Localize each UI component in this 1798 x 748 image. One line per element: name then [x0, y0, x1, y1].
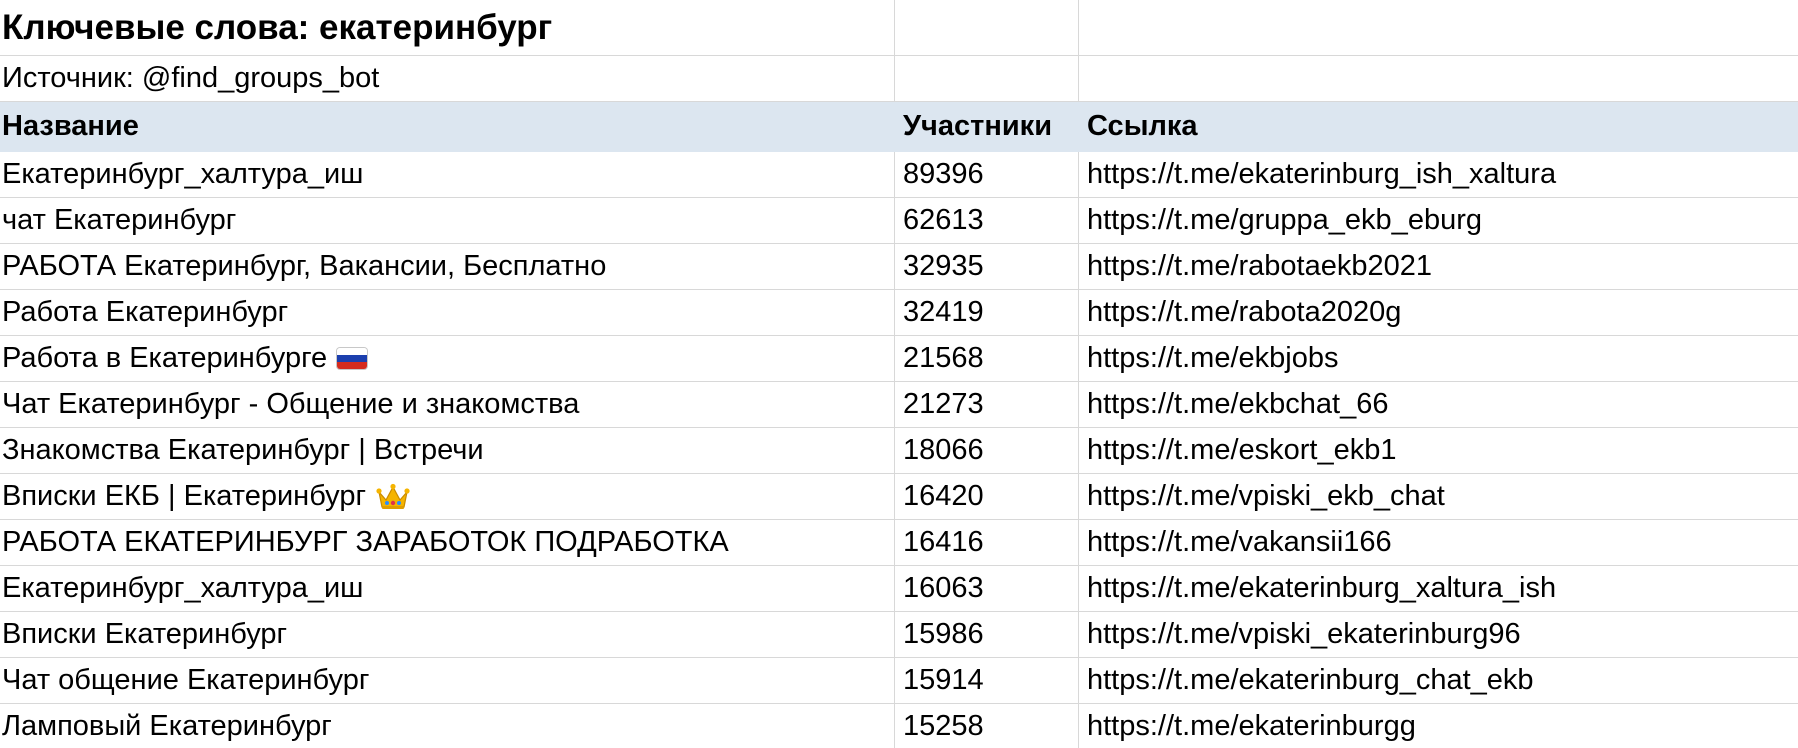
members-count[interactable]: 21273 — [895, 382, 1079, 427]
column-header-name[interactable]: Название — [0, 102, 895, 151]
empty-cell[interactable] — [1079, 56, 1798, 101]
group-link[interactable]: https://t.me/ekaterinburg_ish_xaltura — [1079, 152, 1798, 197]
group-name: Вписки Екатеринбург — [2, 618, 288, 650]
group-link[interactable]: https://t.me/vpiski_ekaterinburg96 — [1079, 612, 1798, 657]
group-name: Екатеринбург_халтура_иш — [2, 572, 364, 604]
members-count[interactable]: 15914 — [895, 658, 1079, 703]
group-link[interactable]: https://t.me/gruppa_ekb_eburg — [1079, 198, 1798, 243]
table-row: чат Екатеринбург 62613 https://t.me/gruppa… — [0, 198, 1798, 244]
group-name: Чат Екатеринбург - Общение и знакомства — [2, 388, 580, 420]
members-count[interactable]: 89396 — [895, 152, 1079, 197]
group-name-cell[interactable]: Знакомства Екатеринбург | Встречи — [0, 428, 895, 473]
group-name-cell[interactable]: РАБОТА ЕКАТЕРИНБУРГ ЗАРАБОТОК ПОДРАБОТКА — [0, 520, 895, 565]
group-name: Чат общение Екатеринбург — [2, 664, 370, 696]
empty-cell[interactable] — [895, 0, 1079, 55]
table-row: Вписки Екатеринбург 15986 https://t.me/vpi… — [0, 612, 1798, 658]
group-name-cell[interactable]: чат Екатеринбург — [0, 198, 895, 243]
members-count[interactable]: 21568 — [895, 336, 1079, 381]
members-count[interactable]: 16416 — [895, 520, 1079, 565]
group-name-cell[interactable]: Работа Екатеринбург — [0, 290, 895, 335]
members-count[interactable]: 16420 — [895, 474, 1079, 519]
group-name-cell[interactable]: Работа в Екатеринбурге — [0, 336, 895, 381]
group-link[interactable]: https://t.me/vakansii166 — [1079, 520, 1798, 565]
table-row: Знакомства Екатеринбург | Встречи 18066 ht… — [0, 428, 1798, 474]
group-name: Екатеринбург_халтура_иш — [2, 158, 364, 190]
title-row: Ключевые слова: екатеринбург — [0, 0, 1798, 56]
crown-icon — [376, 483, 410, 511]
group-link[interactable]: https://t.me/vpiski_ekb_chat — [1079, 474, 1798, 519]
members-count[interactable]: 32935 — [895, 244, 1079, 289]
group-name-cell[interactable]: Екатеринбург_халтура_иш — [0, 152, 895, 197]
table-body: Екатеринбург_халтура_иш 89396 https://t.me… — [0, 152, 1798, 748]
group-name-cell[interactable]: Чат общение Екатеринбург — [0, 658, 895, 703]
group-name: Вписки ЕКБ | Екатеринбург — [2, 480, 367, 512]
group-name: Ламповый Екатеринбург — [2, 710, 332, 742]
source-cell[interactable]: Источник: @find_groups_bot — [0, 56, 895, 101]
group-name-cell[interactable]: Чат Екатеринбург - Общение и знакомства — [0, 382, 895, 427]
table-row: Вписки ЕКБ | Екатеринбург 16420 https://t.… — [0, 474, 1798, 520]
sheet-title[interactable]: Ключевые слова: екатеринбург — [0, 0, 895, 55]
group-link[interactable]: https://t.me/ekaterinburg_xaltura_ish — [1079, 566, 1798, 611]
group-name-cell[interactable]: Екатеринбург_халтура_иш — [0, 566, 895, 611]
column-header-members[interactable]: Участники — [895, 102, 1079, 151]
empty-cell[interactable] — [895, 56, 1079, 101]
table-row: Работа в Екатеринбурге 21568 https://t.me/… — [0, 336, 1798, 382]
group-name: Работа в Екатеринбурге — [2, 342, 328, 374]
members-count[interactable]: 15986 — [895, 612, 1079, 657]
group-link[interactable]: https://t.me/ekbchat_66 — [1079, 382, 1798, 427]
spreadsheet: Ключевые слова: екатеринбург Источник: @… — [0, 0, 1798, 748]
members-count[interactable]: 16063 — [895, 566, 1079, 611]
group-link[interactable]: https://t.me/ekaterinburg_chat_ekb — [1079, 658, 1798, 703]
group-link[interactable]: https://t.me/rabota2020g — [1079, 290, 1798, 335]
table-row: Екатеринбург_халтура_иш 89396 https://t.me… — [0, 152, 1798, 198]
group-name: РАБОТА ЕКАТЕРИНБУРГ ЗАРАБОТОК ПОДРАБОТКА — [2, 526, 729, 558]
russia-flag-icon — [337, 348, 368, 369]
members-count[interactable]: 15258 — [895, 704, 1079, 748]
table-row: Екатеринбург_халтура_иш 16063 https://t.me… — [0, 566, 1798, 612]
members-count[interactable]: 32419 — [895, 290, 1079, 335]
group-name-cell[interactable]: Вписки Екатеринбург — [0, 612, 895, 657]
group-name: Знакомства Екатеринбург | Встречи — [2, 434, 484, 466]
members-count[interactable]: 18066 — [895, 428, 1079, 473]
members-count[interactable]: 62613 — [895, 198, 1079, 243]
empty-cell[interactable] — [1079, 0, 1798, 55]
column-header-link[interactable]: Ссылка — [1079, 102, 1798, 151]
group-link[interactable]: https://t.me/ekaterinburgg — [1079, 704, 1798, 748]
table-row: Чат Екатеринбург - Общение и знакомства 2… — [0, 382, 1798, 428]
group-link[interactable]: https://t.me/rabotaekb2021 — [1079, 244, 1798, 289]
table-header-row: Название Участники Ссылка — [0, 102, 1798, 152]
table-row: Ламповый Екатеринбург 15258 https://t.me/e… — [0, 704, 1798, 748]
group-name: чат Екатеринбург — [2, 204, 237, 236]
table-row: РАБОТА Екатеринбург, Вакансии, Бесплатно… — [0, 244, 1798, 290]
table-row: Работа Екатеринбург 32419 https://t.me/rab… — [0, 290, 1798, 336]
group-name-cell[interactable]: РАБОТА Екатеринбург, Вакансии, Бесплатно — [0, 244, 895, 289]
table-row: Чат общение Екатеринбург 15914 https://t.m… — [0, 658, 1798, 704]
group-name-cell[interactable]: Ламповый Екатеринбург — [0, 704, 895, 748]
source-row: Источник: @find_groups_bot — [0, 56, 1798, 102]
group-link[interactable]: https://t.me/ekbjobs — [1079, 336, 1798, 381]
group-link[interactable]: https://t.me/eskort_ekb1 — [1079, 428, 1798, 473]
group-name: РАБОТА Екатеринбург, Вакансии, Бесплатно — [2, 250, 607, 282]
group-name: Работа Екатеринбург — [2, 296, 289, 328]
group-name-cell[interactable]: Вписки ЕКБ | Екатеринбург — [0, 474, 895, 519]
table-row: РАБОТА ЕКАТЕРИНБУРГ ЗАРАБОТОК ПОДРАБОТКА… — [0, 520, 1798, 566]
